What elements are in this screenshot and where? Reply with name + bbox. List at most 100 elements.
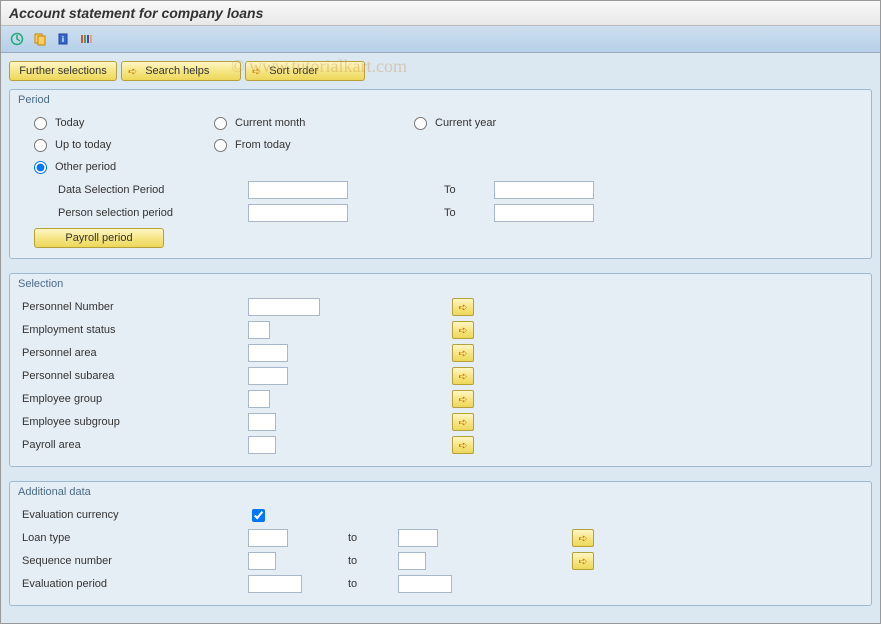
radio-up-to-today[interactable]: Up to today [20,139,200,152]
personnel-number-multi-button[interactable]: ➪ [452,298,474,316]
evaluation-period-label: Evaluation period [20,578,248,590]
radio-other-period[interactable]: Other period [20,161,200,174]
radio-other-period-input[interactable] [34,161,47,174]
radio-today-input[interactable] [34,117,47,130]
payroll-area-multi-button[interactable]: ➪ [452,436,474,454]
evaluation-period-to[interactable] [398,575,452,593]
loan-type-row: Loan type to ➪ [20,527,861,549]
payroll-area-label: Payroll area [20,439,248,451]
personnel-subarea-label: Personnel subarea [20,370,248,382]
app-window: Account statement for company loans © ww… [0,0,881,624]
period-group-title: Period [18,94,861,106]
search-helps-label: Search helps [145,65,209,77]
sort-order-label: Sort order [269,65,318,77]
personnel-subarea-row: Personnel subarea ➪ [20,365,861,387]
evaluation-period-from[interactable] [248,575,302,593]
additional-data-group: Additional data Evaluation currency Loan… [9,481,872,606]
sort-order-button[interactable]: ➪ Sort order [245,61,365,81]
payroll-area-row: Payroll area ➪ [20,434,861,456]
personnel-subarea-input[interactable] [248,367,288,385]
radio-from-today-label: From today [235,139,291,151]
radio-up-to-today-input[interactable] [34,139,47,152]
personnel-area-input[interactable] [248,344,288,362]
employee-subgroup-input[interactable] [248,413,276,431]
data-selection-period-row: Data Selection Period To [20,179,861,201]
page-title: Account statement for company loans [1,1,880,26]
sequence-number-row: Sequence number to ➪ [20,550,861,572]
employee-group-input[interactable] [248,390,270,408]
radio-current-year-input[interactable] [414,117,427,130]
radio-up-to-today-label: Up to today [55,139,111,151]
variant-icon[interactable] [30,29,50,49]
loan-type-to[interactable] [398,529,438,547]
data-selection-period-to[interactable] [494,181,594,199]
arrow-right-icon: ➪ [128,65,137,78]
payroll-period-button[interactable]: Payroll period [34,228,164,248]
period-radio-row-3: Other period [20,156,861,178]
person-selection-period-label: Person selection period [20,207,248,219]
radio-current-month-input[interactable] [214,117,227,130]
sequence-number-multi-button[interactable]: ➪ [572,552,594,570]
employee-group-multi-button[interactable]: ➪ [452,390,474,408]
to-label: to [342,555,398,567]
to-label: to [342,578,398,590]
loan-type-label: Loan type [20,532,248,544]
selection-group-title: Selection [18,278,861,290]
evaluation-currency-row: Evaluation currency [20,504,861,526]
period-group: Period Today Current month Current year … [9,89,872,259]
sequence-number-from[interactable] [248,552,276,570]
employee-subgroup-label: Employee subgroup [20,416,248,428]
radio-today[interactable]: Today [20,117,200,130]
personnel-number-input[interactable] [248,298,320,316]
arrow-right-icon: ➪ [252,65,261,78]
sequence-number-label: Sequence number [20,555,248,567]
period-radio-row-1: Today Current month Current year [20,112,861,134]
payroll-area-input[interactable] [248,436,276,454]
payroll-button-row: Payroll period [20,228,861,248]
person-selection-period-to[interactable] [494,204,594,222]
radio-current-month-label: Current month [235,117,305,129]
personnel-number-label: Personnel Number [20,301,248,313]
employee-subgroup-row: Employee subgroup ➪ [20,411,861,433]
personnel-subarea-multi-button[interactable]: ➪ [452,367,474,385]
person-selection-period-row: Person selection period To [20,202,861,224]
personnel-area-row: Personnel area ➪ [20,342,861,364]
employee-group-label: Employee group [20,393,248,405]
personnel-area-label: Personnel area [20,347,248,359]
execute-icon[interactable] [7,29,27,49]
to-label: To [438,184,494,196]
radio-from-today-input[interactable] [214,139,227,152]
radio-other-period-label: Other period [55,161,116,173]
info-icon[interactable]: i [53,29,73,49]
employment-status-input[interactable] [248,321,270,339]
radio-current-month[interactable]: Current month [200,117,400,130]
to-label: to [342,532,398,544]
period-radio-row-2: Up to today From today [20,134,861,156]
selection-buttons-row: Further selections ➪ Search helps ➪ Sort… [9,61,872,81]
employment-status-multi-button[interactable]: ➪ [452,321,474,339]
radio-current-year-label: Current year [435,117,496,129]
sequence-number-to[interactable] [398,552,426,570]
data-selection-period-label: Data Selection Period [20,184,248,196]
loan-type-multi-button[interactable]: ➪ [572,529,594,547]
radio-current-year[interactable]: Current year [400,117,600,130]
employment-status-label: Employment status [20,324,248,336]
data-selection-period-from[interactable] [248,181,348,199]
evaluation-currency-checkbox[interactable] [252,509,265,522]
evaluation-period-row: Evaluation period to [20,573,861,595]
org-structure-icon[interactable] [76,29,96,49]
additional-data-group-title: Additional data [18,486,861,498]
loan-type-from[interactable] [248,529,288,547]
person-selection-period-from[interactable] [248,204,348,222]
to-label: To [438,207,494,219]
personnel-area-multi-button[interactable]: ➪ [452,344,474,362]
app-toolbar: © www.tutorialkart.com i [1,26,880,53]
employment-status-row: Employment status ➪ [20,319,861,341]
selection-group: Selection Personnel Number ➪ Employment … [9,273,872,467]
search-helps-button[interactable]: ➪ Search helps [121,61,241,81]
employee-subgroup-multi-button[interactable]: ➪ [452,413,474,431]
further-selections-button[interactable]: Further selections [9,61,117,81]
radio-from-today[interactable]: From today [200,139,400,152]
employee-group-row: Employee group ➪ [20,388,861,410]
radio-today-label: Today [55,117,84,129]
